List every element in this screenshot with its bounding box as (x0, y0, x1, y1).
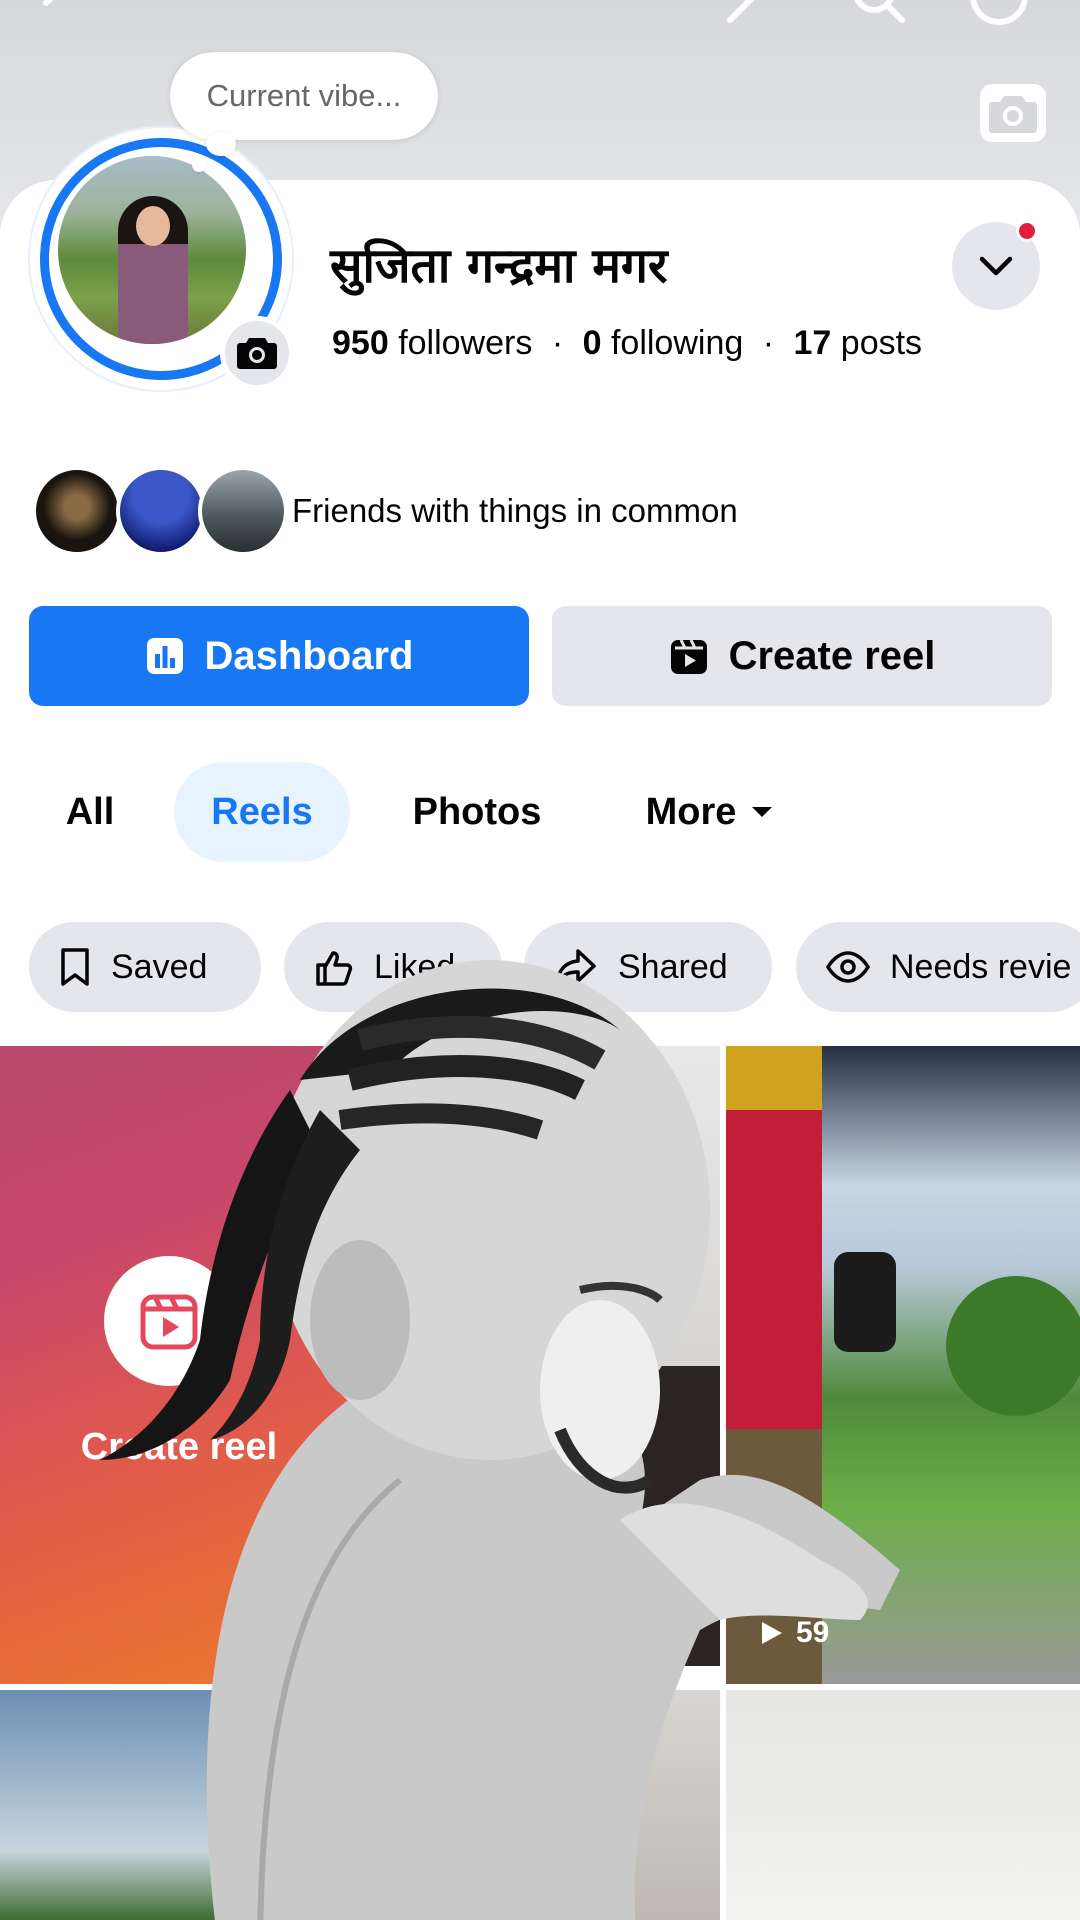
filter-liked[interactable]: Liked (284, 922, 502, 1012)
play-icon (762, 1622, 782, 1644)
dashboard-button[interactable]: Dashboard (29, 606, 529, 706)
dashboard-label: Dashboard (204, 633, 414, 678)
reel-view-count-value: 59 (796, 1616, 830, 1649)
caret-down-icon (752, 807, 773, 817)
thought-bubble-tail-small (192, 158, 206, 172)
profile-tabs: All Reels Photos More (0, 762, 1080, 862)
filter-shared[interactable]: Shared (524, 922, 772, 1012)
thumbs-up-icon (314, 947, 354, 987)
filter-needs-review[interactable]: Needs revie (796, 922, 1080, 1012)
reel-icon (669, 636, 709, 676)
reel-thumbnail[interactable] (726, 1690, 1080, 1920)
profile-picture (58, 156, 246, 344)
filter-saved-label: Saved (111, 947, 208, 986)
profile-name: सुजिता गन्द्रमा मगर (330, 238, 668, 294)
reel-thumbnail[interactable]: 59 (726, 1046, 1080, 1684)
reel-view-count: 59 (756, 1616, 829, 1650)
friend-avatar[interactable] (32, 466, 122, 556)
followers-count[interactable]: 950 (332, 324, 389, 362)
profile-stats: 950 followers · 0 following · 17 posts (332, 324, 922, 363)
notification-dot (1016, 220, 1038, 242)
reel-thumbnail[interactable] (362, 1690, 720, 1920)
current-vibe-bubble[interactable]: Current vibe... (170, 52, 438, 140)
camera-icon (237, 338, 277, 369)
reel-plus-icon (140, 1294, 198, 1350)
tab-reels[interactable]: Reels (174, 762, 350, 862)
friend-avatar[interactable] (116, 466, 206, 556)
reel-thumbnail[interactable] (362, 1046, 720, 1666)
tab-photos[interactable]: Photos (390, 762, 564, 862)
tab-more-label: More (645, 790, 737, 833)
thought-bubble-tail (206, 132, 236, 156)
camera-icon (989, 96, 1037, 133)
search-icon[interactable] (846, 0, 908, 34)
back-arrow-icon[interactable] (28, 0, 90, 34)
filter-liked-label: Liked (374, 947, 456, 986)
posts-count: 17 (793, 324, 832, 362)
bookmark-icon (59, 947, 91, 987)
chevron-down-icon (979, 256, 1013, 276)
filter-needs-review-label: Needs revie (890, 947, 1072, 986)
create-reel-icon-circle (104, 1256, 234, 1386)
mutual-friends-row[interactable]: Friends with things in common (32, 466, 1032, 556)
create-reel-button[interactable]: Create reel (552, 606, 1052, 706)
friend-avatar[interactable] (198, 466, 288, 556)
tab-all[interactable]: All (40, 762, 140, 862)
eye-icon (826, 951, 870, 983)
settings-circle-icon[interactable] (968, 0, 1030, 34)
stats-separator: · (762, 324, 775, 362)
edit-cover-button[interactable] (980, 84, 1046, 142)
tab-more[interactable]: More (630, 762, 790, 862)
posts-label: posts (840, 324, 923, 362)
edit-pencil-icon[interactable] (722, 0, 784, 34)
followers-label[interactable]: followers (398, 324, 532, 362)
create-reel-tile-label: Create reel (80, 1426, 278, 1468)
following-label[interactable]: following (611, 324, 743, 362)
dashboard-icon (145, 636, 185, 676)
filter-saved[interactable]: Saved (29, 922, 261, 1012)
reel-thumbnail[interactable] (0, 1690, 358, 1920)
change-profile-picture-button[interactable] (220, 316, 294, 390)
share-arrow-icon (554, 947, 598, 987)
stats-separator: · (551, 324, 564, 362)
filter-shared-label: Shared (618, 947, 728, 986)
friends-common-label[interactable]: Friends with things in common (292, 492, 738, 530)
profile-screen: Current vibe... सुजिता गन्द्रमा मगर 950 … (0, 0, 1080, 1920)
create-reel-label: Create reel (728, 633, 936, 678)
following-count[interactable]: 0 (583, 324, 602, 362)
create-reel-tile[interactable]: Create reel (0, 1046, 358, 1684)
